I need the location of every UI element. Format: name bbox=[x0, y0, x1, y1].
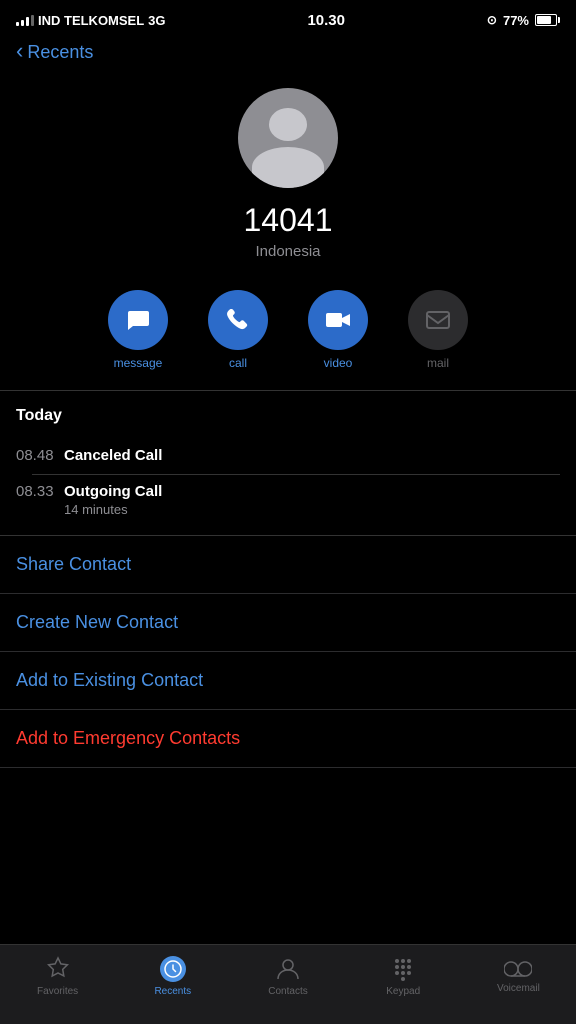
add-existing-contact-item[interactable]: Add to Existing Contact bbox=[0, 652, 576, 710]
tab-keypad-label: Keypad bbox=[386, 986, 420, 997]
back-label: Recents bbox=[27, 42, 93, 63]
call-time-0: 08.48 bbox=[16, 447, 64, 464]
call-item-1: 08.33 Outgoing Call 14 minutes bbox=[16, 475, 560, 527]
call-time-1: 08.33 bbox=[16, 483, 64, 500]
contact-number: 14041 bbox=[244, 202, 333, 239]
tab-bar: Favorites Recents Contacts bbox=[0, 944, 576, 1024]
battery-percentage: 77% bbox=[503, 13, 529, 28]
call-label: call bbox=[229, 356, 247, 370]
signal-bars bbox=[16, 15, 34, 26]
tab-favorites-label: Favorites bbox=[37, 986, 78, 997]
mail-label: mail bbox=[427, 356, 449, 370]
action-buttons: message call video mail bbox=[0, 280, 576, 390]
add-emergency-contact-item[interactable]: Add to Emergency Contacts bbox=[0, 710, 576, 768]
message-circle bbox=[108, 290, 168, 350]
message-icon bbox=[124, 306, 152, 334]
video-label: video bbox=[324, 356, 353, 370]
contact-section: 14041 Indonesia bbox=[0, 72, 576, 280]
time-label: 10.30 bbox=[307, 12, 345, 29]
avatar-head bbox=[269, 108, 307, 141]
avatar-person bbox=[238, 88, 338, 188]
mail-circle bbox=[408, 290, 468, 350]
tab-voicemail-label: Voicemail bbox=[497, 983, 540, 994]
chevron-left-icon: ‹ bbox=[16, 38, 23, 64]
network-label: 3G bbox=[148, 13, 165, 28]
recents-icon bbox=[160, 956, 186, 982]
action-call[interactable]: call bbox=[198, 290, 278, 370]
call-icon bbox=[224, 306, 252, 334]
avatar-body bbox=[252, 147, 324, 188]
call-log-title: Today bbox=[16, 407, 560, 425]
action-list: Share Contact Create New Contact Add to … bbox=[0, 536, 576, 768]
tab-recents-label: Recents bbox=[154, 986, 191, 997]
clock-icon bbox=[164, 960, 182, 978]
avatar bbox=[238, 88, 338, 188]
call-type-0: Canceled Call bbox=[64, 447, 560, 464]
call-item-0: 08.48 Canceled Call bbox=[16, 439, 560, 474]
tab-recents[interactable]: Recents bbox=[115, 956, 230, 997]
call-log-section: Today 08.48 Canceled Call 08.33 Outgoing… bbox=[0, 391, 576, 527]
status-bar: IND TELKOMSEL 3G 10.30 ⊙ 77% bbox=[0, 0, 576, 36]
tab-favorites[interactable]: Favorites bbox=[0, 956, 115, 997]
keypad-icon bbox=[390, 956, 416, 982]
nav-bar: ‹ Recents bbox=[0, 36, 576, 72]
action-message[interactable]: message bbox=[98, 290, 178, 370]
battery-icon bbox=[535, 14, 560, 26]
tab-keypad[interactable]: Keypad bbox=[346, 956, 461, 997]
carrier-label: IND TELKOMSEL bbox=[38, 13, 144, 28]
tab-voicemail[interactable]: Voicemail bbox=[461, 959, 576, 994]
call-type-1: Outgoing Call bbox=[64, 483, 560, 500]
message-label: message bbox=[114, 356, 163, 370]
video-circle bbox=[308, 290, 368, 350]
contacts-icon bbox=[275, 956, 301, 982]
action-video[interactable]: video bbox=[298, 290, 378, 370]
tab-contacts-label: Contacts bbox=[268, 986, 307, 997]
status-left: IND TELKOMSEL 3G bbox=[16, 13, 166, 28]
lock-rotation-icon: ⊙ bbox=[487, 13, 497, 27]
tab-contacts[interactable]: Contacts bbox=[230, 956, 345, 997]
status-right: ⊙ 77% bbox=[487, 13, 560, 28]
call-circle bbox=[208, 290, 268, 350]
back-button[interactable]: ‹ Recents bbox=[16, 40, 93, 64]
call-info-0: Canceled Call bbox=[64, 447, 560, 464]
share-contact-item[interactable]: Share Contact bbox=[0, 536, 576, 594]
contact-location: Indonesia bbox=[255, 243, 320, 260]
voicemail-icon bbox=[504, 959, 532, 979]
create-new-contact-item[interactable]: Create New Contact bbox=[0, 594, 576, 652]
call-duration-1: 14 minutes bbox=[64, 502, 560, 517]
video-icon bbox=[324, 306, 352, 334]
mail-icon bbox=[424, 306, 452, 334]
action-mail[interactable]: mail bbox=[398, 290, 478, 370]
call-info-1: Outgoing Call 14 minutes bbox=[64, 483, 560, 517]
favorites-icon bbox=[45, 956, 71, 982]
